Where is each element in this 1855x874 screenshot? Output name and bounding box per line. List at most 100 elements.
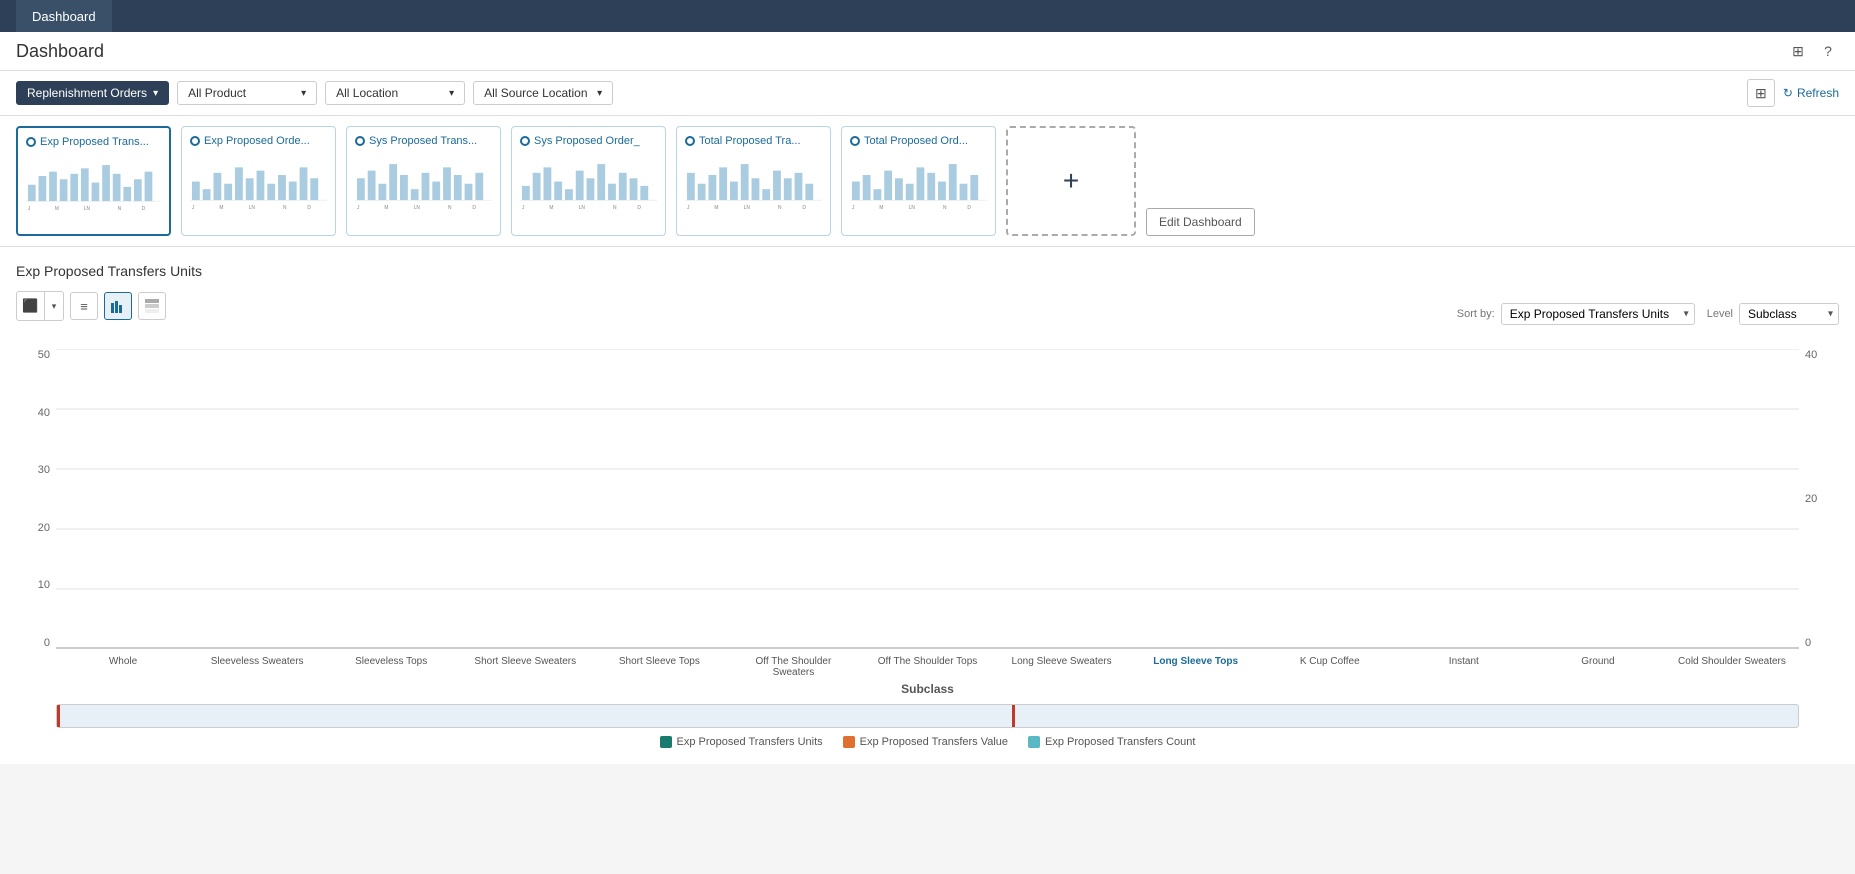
svg-text:D: D xyxy=(142,206,146,212)
sub-header-icons: ⊞ ? xyxy=(1787,40,1839,62)
svg-text:LN: LN xyxy=(84,206,90,212)
metric-card-title-1: Exp Proposed Orde... xyxy=(190,135,327,147)
chart-type-arrow-icon[interactable]: ▾ xyxy=(45,292,63,320)
metric-card-title-2: Sys Proposed Trans... xyxy=(355,135,492,147)
bar-chart-icon[interactable]: ⬛ xyxy=(17,292,45,320)
level-select-wrapper[interactable]: Subclass xyxy=(1739,303,1839,325)
sort-by-label: Sort by: xyxy=(1457,308,1495,320)
svg-text:D: D xyxy=(637,205,641,211)
location-arrow-icon: ▾ xyxy=(449,88,454,99)
replenishment-orders-dropdown[interactable]: Replenishment Orders ▾ xyxy=(16,81,169,105)
stacked-bar-icon[interactable] xyxy=(138,292,166,320)
refresh-button[interactable]: ↻ Refresh xyxy=(1783,86,1839,100)
top-nav: Dashboard xyxy=(0,0,1855,32)
metric-card-title-0: Exp Proposed Trans... xyxy=(26,136,161,148)
metric-card-1[interactable]: Exp Proposed Orde... J M LN N xyxy=(181,126,336,236)
x-axis-title: Subclass xyxy=(16,682,1839,696)
add-card[interactable]: + xyxy=(1006,126,1136,236)
grouped-bar-icon[interactable] xyxy=(104,292,132,320)
svg-text:D: D xyxy=(802,205,806,211)
mini-chart-4: J M LN N D xyxy=(685,151,822,211)
metric-card-title-4: Total Proposed Tra... xyxy=(685,135,822,147)
svg-text:M: M xyxy=(55,206,59,212)
svg-text:D: D xyxy=(472,205,476,211)
metric-dot-1 xyxy=(190,136,200,146)
svg-text:LN: LN xyxy=(414,205,420,211)
svg-text:N: N xyxy=(283,205,287,211)
table-chart-icon[interactable]: ≡ xyxy=(70,292,98,320)
table-view-icon[interactable]: ⊞ xyxy=(1747,79,1775,107)
svg-text:M: M xyxy=(219,205,223,211)
svg-text:N: N xyxy=(448,205,452,211)
svg-text:M: M xyxy=(549,205,553,211)
mini-chart-1: J M LN N D xyxy=(190,151,327,211)
legend-item-1: Exp Proposed Transfers Value xyxy=(843,736,1008,748)
metric-card-4[interactable]: Total Proposed Tra... J M LN N xyxy=(676,126,831,236)
location-filter-dropdown[interactable]: All Location ▾ xyxy=(325,81,465,105)
x-label-3: Short Sleeve Sweaters xyxy=(458,656,592,678)
mini-chart-0: J M LN N D xyxy=(26,152,161,212)
chart-legend: Exp Proposed Transfers Units Exp Propose… xyxy=(16,736,1839,748)
source-location-filter-dropdown[interactable]: All Source Location ▾ xyxy=(473,81,613,105)
edit-dashboard-button[interactable]: Edit Dashboard xyxy=(1146,208,1255,236)
metric-card-0[interactable]: Exp Proposed Trans... J M LN N xyxy=(16,126,171,236)
mini-chart-3: J M LN N D xyxy=(520,151,657,211)
product-arrow-icon: ▾ xyxy=(301,88,306,99)
main-chart xyxy=(56,349,1799,652)
level-select[interactable]: Subclass xyxy=(1739,303,1839,325)
svg-text:LN: LN xyxy=(744,205,750,211)
chart-scrollbar[interactable] xyxy=(56,704,1799,728)
svg-text:J: J xyxy=(192,205,195,211)
metric-card-3[interactable]: Sys Proposed Order_ J M LN N xyxy=(511,126,666,236)
legend-item-0: Exp Proposed Transfers Units xyxy=(660,736,823,748)
y-axis-left: 50 40 30 20 10 0 xyxy=(16,349,56,649)
x-label-9: K Cup Coffee xyxy=(1263,656,1397,678)
svg-text:N: N xyxy=(118,206,122,212)
x-label-2: Sleeveless Tops xyxy=(324,656,458,678)
x-label-12: Cold Shoulder Sweaters xyxy=(1665,656,1799,678)
replenishment-arrow-icon: ▾ xyxy=(153,88,158,99)
product-filter-dropdown[interactable]: All Product ▾ xyxy=(177,81,317,105)
add-card-plus-icon: + xyxy=(1063,167,1079,195)
legend-label-0: Exp Proposed Transfers Units xyxy=(677,736,823,748)
level-control: Level Subclass xyxy=(1707,303,1839,325)
sort-by-select[interactable]: Exp Proposed Transfers Units xyxy=(1501,303,1695,325)
nav-tab-dashboard[interactable]: Dashboard xyxy=(16,0,112,32)
metric-card-title-3: Sys Proposed Order_ xyxy=(520,135,657,147)
location-filter-label: All Location xyxy=(336,86,398,100)
chart-svg xyxy=(56,349,1799,649)
svg-text:M: M xyxy=(714,205,718,211)
chart-type-dropdown[interactable]: ⬛ ▾ xyxy=(16,291,64,321)
metric-cards-row: Exp Proposed Trans... J M LN N xyxy=(0,116,1855,247)
y-axis-right: 40 20 0 xyxy=(1799,349,1839,649)
page-title: Dashboard xyxy=(16,41,104,62)
mini-chart-5: J M LN N D xyxy=(850,151,987,211)
level-label: Level xyxy=(1707,308,1733,320)
legend-label-2: Exp Proposed Transfers Count xyxy=(1045,736,1195,748)
x-label-7: Long Sleeve Sweaters xyxy=(995,656,1129,678)
svg-text:LN: LN xyxy=(909,205,915,211)
x-label-5: Off The ShoulderSweaters xyxy=(726,656,860,678)
chart-title: Exp Proposed Transfers Units xyxy=(16,263,1839,279)
svg-text:N: N xyxy=(613,205,617,211)
toolbar-right: ⊞ ↻ Refresh xyxy=(1747,79,1839,107)
chart-area: Exp Proposed Transfers Units ⬛ ▾ ≡ xyxy=(0,247,1855,764)
svg-text:N: N xyxy=(778,205,782,211)
grid-icon[interactable]: ⊞ xyxy=(1787,40,1809,62)
replenishment-label: Replenishment Orders xyxy=(27,86,147,100)
legend-color-2 xyxy=(1028,736,1040,748)
x-label-0: Whole xyxy=(56,656,190,678)
x-label-11: Ground xyxy=(1531,656,1665,678)
refresh-icon: ↻ xyxy=(1783,86,1793,100)
sort-by-select-wrapper[interactable]: Exp Proposed Transfers Units xyxy=(1501,303,1695,325)
metric-dot-0 xyxy=(26,137,36,147)
metric-card-5[interactable]: Total Proposed Ord... J M LN N xyxy=(841,126,996,236)
svg-text:J: J xyxy=(852,205,855,211)
scrollbar-thumb xyxy=(57,705,1015,727)
help-icon[interactable]: ? xyxy=(1817,40,1839,62)
x-label-8: Long Sleeve Tops xyxy=(1129,656,1263,678)
svg-text:LN: LN xyxy=(249,205,255,211)
metric-card-2[interactable]: Sys Proposed Trans... J M LN N xyxy=(346,126,501,236)
svg-text:J: J xyxy=(357,205,360,211)
metric-dot-4 xyxy=(685,136,695,146)
